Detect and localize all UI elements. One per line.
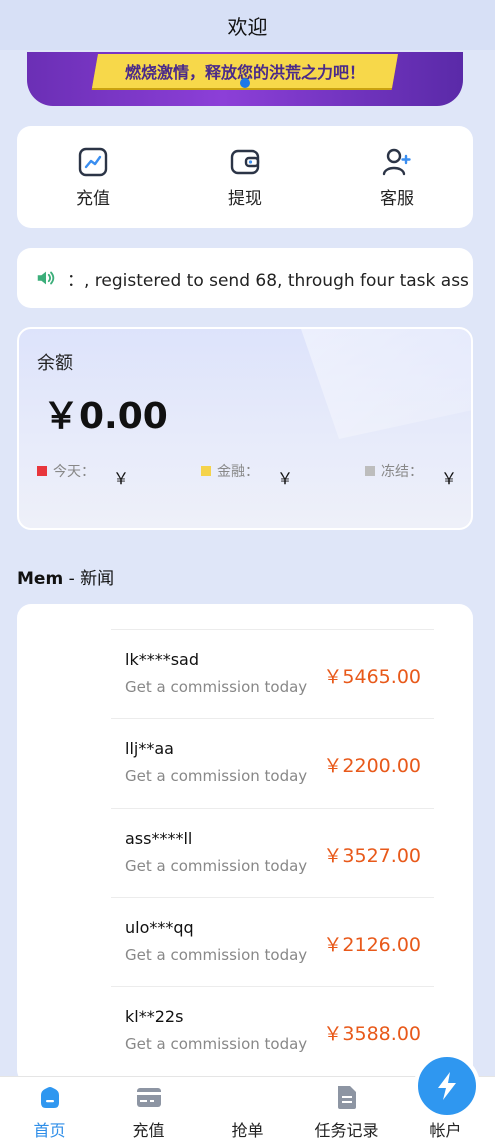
news-amount: ￥3527.00 [323,845,421,867]
stat-frozen-value: ￥ [441,469,458,488]
tab-task-records[interactable]: 任务记录 [297,1077,396,1147]
news-subtitle: Get a commission today [125,857,308,875]
tab-recharge[interactable]: 充值 [99,1077,198,1147]
tab-recharge-label: 充值 [132,1121,165,1140]
bottom-tab-bar: 首页 充值 抢单 任务记录 帐户 [0,1053,495,1147]
balance-amount: ￥0.00 [43,396,168,437]
balance-decoration [301,329,471,439]
document-icon [337,1086,356,1109]
card-icon [136,1088,161,1107]
balance-label: 余额 [37,353,73,374]
balance-card: 余额 ￥0.00 今天： ￥ 金融： ￥ 冻结： ￥ [17,327,473,530]
news-amount: ￥2126.00 [323,934,421,956]
chart-icon [78,147,108,176]
quick-recharge-label: 充值 [76,188,110,209]
stat-finance-marker [201,466,211,476]
lightning-icon [438,1072,456,1100]
stat-frozen: 冻结： ￥ [365,453,457,489]
stat-today-marker [37,466,47,476]
news-amount: ￥3588.00 [323,1023,421,1045]
stat-finance-label: 金融： [217,464,259,480]
list-item: kl**22s Get a commission today ￥3588.00 [111,986,434,1075]
notice-bar: ：, registered to send 68, through four t… [17,248,473,308]
quick-withdraw-button[interactable]: 提现 [169,126,321,228]
news-title-rest: - 新闻 [63,569,115,589]
quick-service-label: 客服 [380,188,414,209]
stat-frozen-label: 冻结： [381,464,423,480]
user-plus-icon [382,148,411,175]
tab-account-label: 帐户 [429,1121,462,1140]
news-section-title: Mem - 新闻 [17,564,114,589]
tab-home-label: 首页 [33,1121,66,1140]
list-item: llj**aa Get a commission today ￥2200.00 [111,718,434,807]
news-title-bold: Mem [17,569,64,589]
stat-finance: 金融： ￥ [201,453,293,489]
stat-today-label: 今天： [53,464,95,480]
stat-frozen-marker [365,466,375,476]
news-user-name: llj**aa [125,739,174,758]
tab-task-records-label: 任务记录 [314,1121,379,1140]
news-subtitle: Get a commission today [125,1035,308,1053]
news-user-name: ass****ll [125,829,193,848]
list-item: ulo***qq Get a commission today ￥2126.00 [111,897,434,986]
quick-recharge-button[interactable]: 充值 [17,126,169,228]
list-item: ass****ll Get a commission today ￥3527.0… [111,808,434,897]
tab-grab-order[interactable]: 抢单 [198,1053,480,1147]
news-user-name: ulo***qq [125,918,194,937]
notice-text: ：, registered to send 68, through four t… [67,270,469,291]
quick-withdraw-label: 提现 [228,188,262,209]
quick-actions: 充值 提现 客服 [17,126,473,228]
grab-order-button[interactable] [414,1053,480,1119]
stat-finance-value: ￥ [277,469,294,488]
news-amount: ￥5465.00 [323,666,421,688]
tab-home[interactable]: 首页 [0,1077,99,1147]
list-item: lk****sad Get a commission today ￥5465.0… [111,629,434,718]
page-title: 欢迎 [227,14,268,39]
header-bar: 欢迎 [0,0,495,50]
news-user-name: lk****sad [125,650,200,669]
wallet-icon [230,149,260,174]
quick-service-button[interactable]: 客服 [321,126,473,228]
news-user-name: kl**22s [125,1007,184,1026]
carousel-indicator[interactable] [240,78,250,88]
tab-grab-order-label: 抢单 [231,1121,264,1140]
news-subtitle: Get a commission today [125,767,308,785]
stat-today-value: ￥ [113,469,130,488]
news-subtitle: Get a commission today [125,946,308,964]
news-subtitle: Get a commission today [125,678,308,696]
home-icon [40,1087,59,1108]
speaker-icon [37,271,55,285]
stat-today: 今天： ￥ [37,453,129,489]
news-amount: ￥2200.00 [323,755,421,777]
news-list[interactable]: lk****sad Get a commission today ￥5465.0… [17,604,473,1084]
